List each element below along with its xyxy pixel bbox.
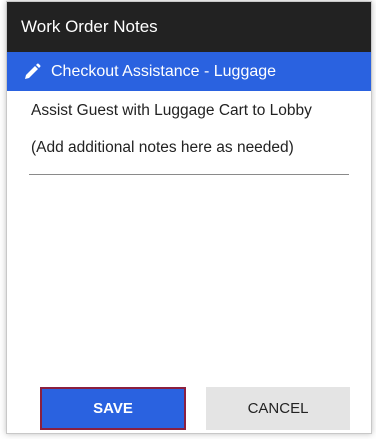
work-order-notes-dialog: Work Order Notes Checkout Assistance - L… xyxy=(6,1,372,434)
save-button[interactable]: SAVE xyxy=(40,387,186,430)
cancel-button[interactable]: CANCEL xyxy=(206,387,350,430)
dialog-title: Work Order Notes xyxy=(21,17,158,36)
notes-underline xyxy=(29,174,349,175)
dialog-header: Work Order Notes xyxy=(7,2,371,52)
note-line-1: Assist Guest with Luggage Cart to Lobby xyxy=(31,102,312,119)
pencil-icon xyxy=(23,63,41,81)
note-line-2: (Add additional notes here as needed) xyxy=(31,139,294,156)
order-title: Checkout Assistance - Luggage xyxy=(51,62,277,80)
notes-textarea[interactable]: Assist Guest with Luggage Cart to Lobby … xyxy=(7,92,371,166)
dialog-actions: SAVE CANCEL xyxy=(7,387,371,430)
order-title-bar[interactable]: Checkout Assistance - Luggage xyxy=(7,52,371,91)
